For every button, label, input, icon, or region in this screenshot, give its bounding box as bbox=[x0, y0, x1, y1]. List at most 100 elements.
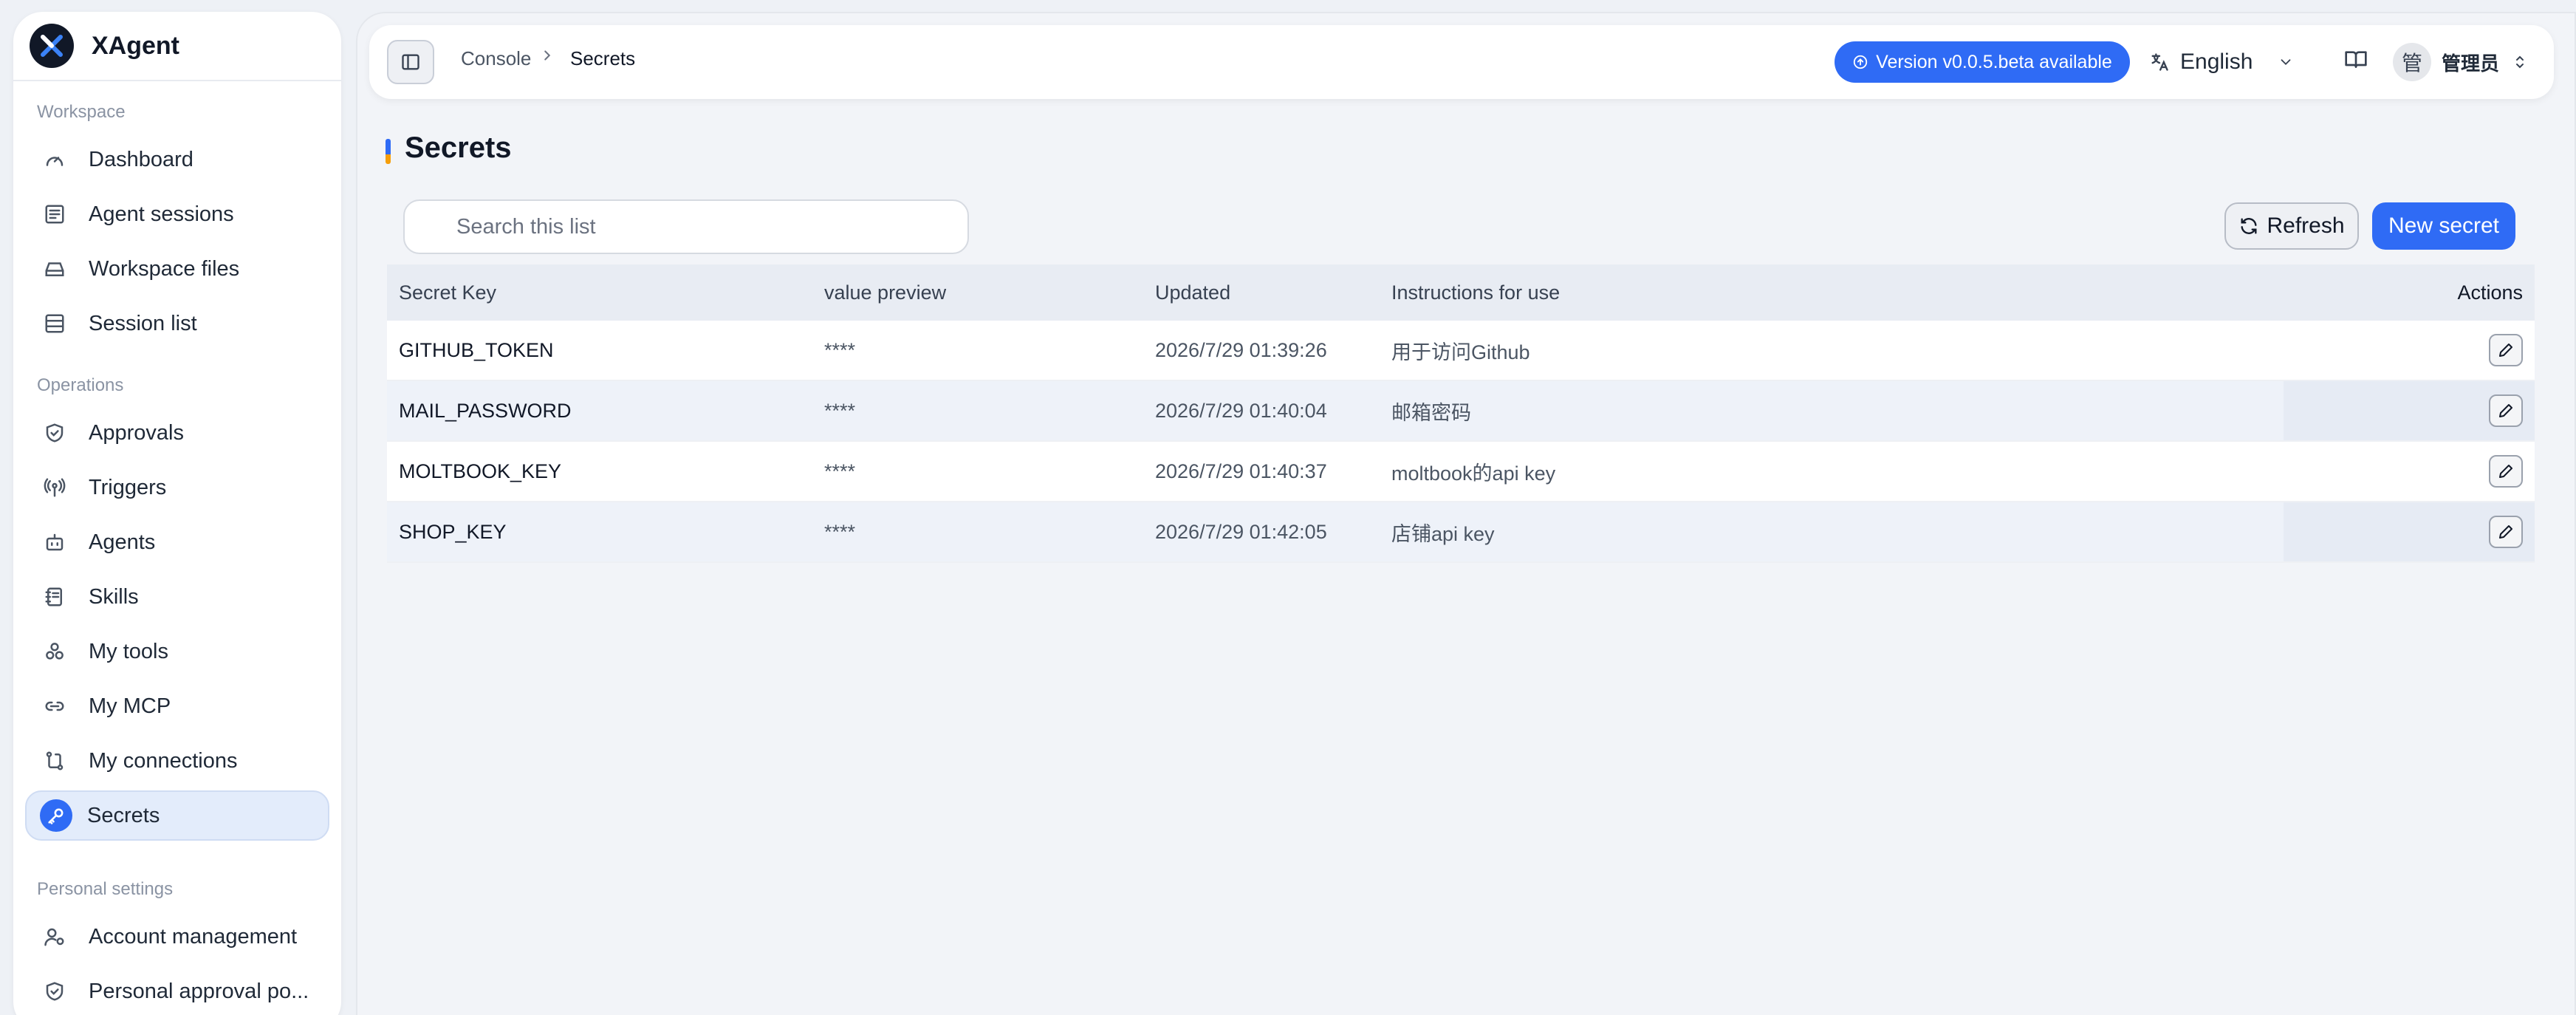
shield-check-icon bbox=[41, 420, 68, 446]
notebook-icon bbox=[41, 584, 68, 610]
pencil-icon bbox=[2499, 344, 2512, 357]
secret-key: SHOP_KEY bbox=[399, 520, 507, 543]
search-input[interactable] bbox=[403, 199, 969, 254]
gauge-icon bbox=[41, 146, 68, 173]
sidebar-item-label: Secrets bbox=[87, 803, 160, 827]
shield-check-icon bbox=[41, 978, 68, 1005]
sidebar-item-approvals[interactable]: Approvals bbox=[25, 408, 329, 458]
user-name: 管理员 bbox=[2442, 52, 2500, 75]
refresh-label: Refresh bbox=[2267, 213, 2345, 238]
secret-key: MOLTBOOK_KEY bbox=[399, 459, 562, 482]
main-content: Console Secrets Version v0.0.5.beta avai… bbox=[356, 12, 2576, 1015]
brand[interactable]: XAgent bbox=[13, 12, 341, 81]
sidebar-item-triggers[interactable]: Triggers bbox=[25, 462, 329, 513]
docs-book-icon[interactable] bbox=[2344, 47, 2368, 75]
sidebar-item-personal-approval-policy[interactable]: Personal approval po... bbox=[25, 966, 329, 1015]
sidebar-item-label: My connections bbox=[89, 748, 238, 773]
edit-button[interactable] bbox=[2489, 455, 2523, 488]
sidebar-item-label: Personal approval po... bbox=[89, 979, 309, 1003]
table-header: Secret Key value preview Updated Instruc… bbox=[387, 264, 2535, 321]
sidebar-item-label: Workspace files bbox=[89, 256, 240, 281]
message-list-icon bbox=[41, 201, 68, 228]
sidebar-item-label: Account management bbox=[89, 924, 298, 949]
sidebar-item-label: My MCP bbox=[89, 694, 171, 718]
radio-tower-icon bbox=[41, 474, 68, 501]
section-label-personal-settings: Personal settings bbox=[37, 879, 174, 899]
sidebar-item-label: Skills bbox=[89, 584, 139, 609]
key-icon bbox=[40, 799, 72, 832]
refresh-button[interactable]: Refresh bbox=[2224, 202, 2359, 250]
version-badge[interactable]: Version v0.0.5.beta available bbox=[1835, 41, 2130, 83]
language-select[interactable]: English bbox=[2149, 41, 2294, 83]
link-icon bbox=[41, 693, 68, 720]
sidebar-item-session-list[interactable]: Session list bbox=[25, 298, 329, 349]
sidebar-item-label: Triggers bbox=[89, 475, 167, 499]
sidebar-item-account-management[interactable]: Account management bbox=[25, 912, 329, 962]
section-label-workspace: Workspace bbox=[37, 102, 126, 122]
value-preview: **** bbox=[824, 459, 856, 482]
sidebar-item-skills[interactable]: Skills bbox=[25, 572, 329, 622]
pencil-icon bbox=[2499, 525, 2512, 539]
user-menu[interactable]: 管 管理员 bbox=[2393, 41, 2529, 83]
pencil-icon bbox=[2499, 465, 2512, 478]
secret-key: GITHUB_TOKEN bbox=[399, 338, 554, 361]
list-icon bbox=[41, 310, 68, 337]
edit-button[interactable] bbox=[2489, 516, 2523, 548]
arrow-up-circle-icon bbox=[1853, 55, 1868, 69]
refresh-icon bbox=[2241, 218, 2257, 234]
sidebar-item-label: Agents bbox=[89, 530, 156, 554]
app-name: XAgent bbox=[92, 31, 179, 60]
chevron-down-icon bbox=[2281, 59, 2291, 66]
instructions: 店铺api key bbox=[1391, 522, 1495, 545]
panel-left-icon bbox=[402, 54, 419, 70]
sidebar-item-my-connections[interactable]: My connections bbox=[25, 736, 329, 786]
sidebar-item-workspace-files[interactable]: Workspace files bbox=[25, 244, 329, 294]
sidebar-item-label: Approvals bbox=[89, 420, 184, 445]
sidebar-item-my-mcp[interactable]: My MCP bbox=[25, 681, 329, 731]
sidebar-item-label: Session list bbox=[89, 311, 197, 335]
sidebar-item-my-tools[interactable]: My tools bbox=[25, 626, 329, 677]
table-row: MOLTBOOK_KEY **** 2026/7/29 01:40:37 mol… bbox=[387, 442, 2535, 502]
new-secret-button[interactable]: New secret bbox=[2372, 202, 2515, 250]
sidebar-item-label: Agent sessions bbox=[89, 202, 234, 226]
updated-time: 2026/7/29 01:40:04 bbox=[1155, 399, 1327, 422]
edit-button[interactable] bbox=[2489, 334, 2523, 366]
chevron-right-icon bbox=[539, 46, 555, 69]
secrets-table: Secret Key value preview Updated Instruc… bbox=[387, 264, 2535, 563]
robot-icon bbox=[41, 529, 68, 556]
table-row: SHOP_KEY **** 2026/7/29 01:42:05 店铺api k… bbox=[387, 502, 2535, 563]
title-accent-mark bbox=[386, 139, 391, 164]
top-bar: Console Secrets Version v0.0.5.beta avai… bbox=[369, 25, 2554, 99]
column-header-actions: Actions bbox=[2457, 281, 2523, 304]
blocks-icon bbox=[41, 638, 68, 665]
breadcrumb-console[interactable]: Console bbox=[461, 47, 531, 70]
drive-icon bbox=[41, 256, 68, 282]
updated-time: 2026/7/29 01:40:37 bbox=[1155, 459, 1327, 482]
sidebar: XAgent Workspace Dashboard Agent session… bbox=[13, 12, 341, 1015]
column-header-instructions: Instructions for use bbox=[1391, 281, 1561, 304]
updated-time: 2026/7/29 01:39:26 bbox=[1155, 338, 1327, 361]
language-label: English bbox=[2180, 49, 2253, 74]
sidebar-item-label: Dashboard bbox=[89, 147, 193, 171]
version-text: Version v0.0.5.beta available bbox=[1876, 51, 2112, 72]
value-preview: **** bbox=[824, 520, 856, 543]
sidebar-item-agents[interactable]: Agents bbox=[25, 517, 329, 567]
avatar: 管 bbox=[2393, 43, 2431, 81]
sidebar-item-dashboard[interactable]: Dashboard bbox=[25, 134, 329, 185]
column-header-updated: Updated bbox=[1155, 281, 1231, 304]
secret-key: MAIL_PASSWORD bbox=[399, 399, 572, 422]
translate-icon bbox=[2151, 53, 2168, 71]
edit-button[interactable] bbox=[2489, 394, 2523, 427]
column-header-value-preview: value preview bbox=[824, 281, 947, 304]
chevrons-up-down-icon bbox=[2516, 55, 2524, 69]
updated-time: 2026/7/29 01:42:05 bbox=[1155, 520, 1327, 543]
value-preview: **** bbox=[824, 338, 856, 361]
section-label-operations: Operations bbox=[37, 375, 124, 395]
sidebar-item-secrets[interactable]: Secrets bbox=[25, 790, 329, 841]
sidebar-toggle-button[interactable] bbox=[387, 40, 434, 84]
column-header-secret-key: Secret Key bbox=[399, 281, 497, 304]
instructions: 邮箱密码 bbox=[1391, 401, 1471, 424]
sidebar-item-agent-sessions[interactable]: Agent sessions bbox=[25, 189, 329, 239]
table-row: GITHUB_TOKEN **** 2026/7/29 01:39:26 用于访… bbox=[387, 321, 2535, 381]
pencil-icon bbox=[2499, 404, 2512, 417]
